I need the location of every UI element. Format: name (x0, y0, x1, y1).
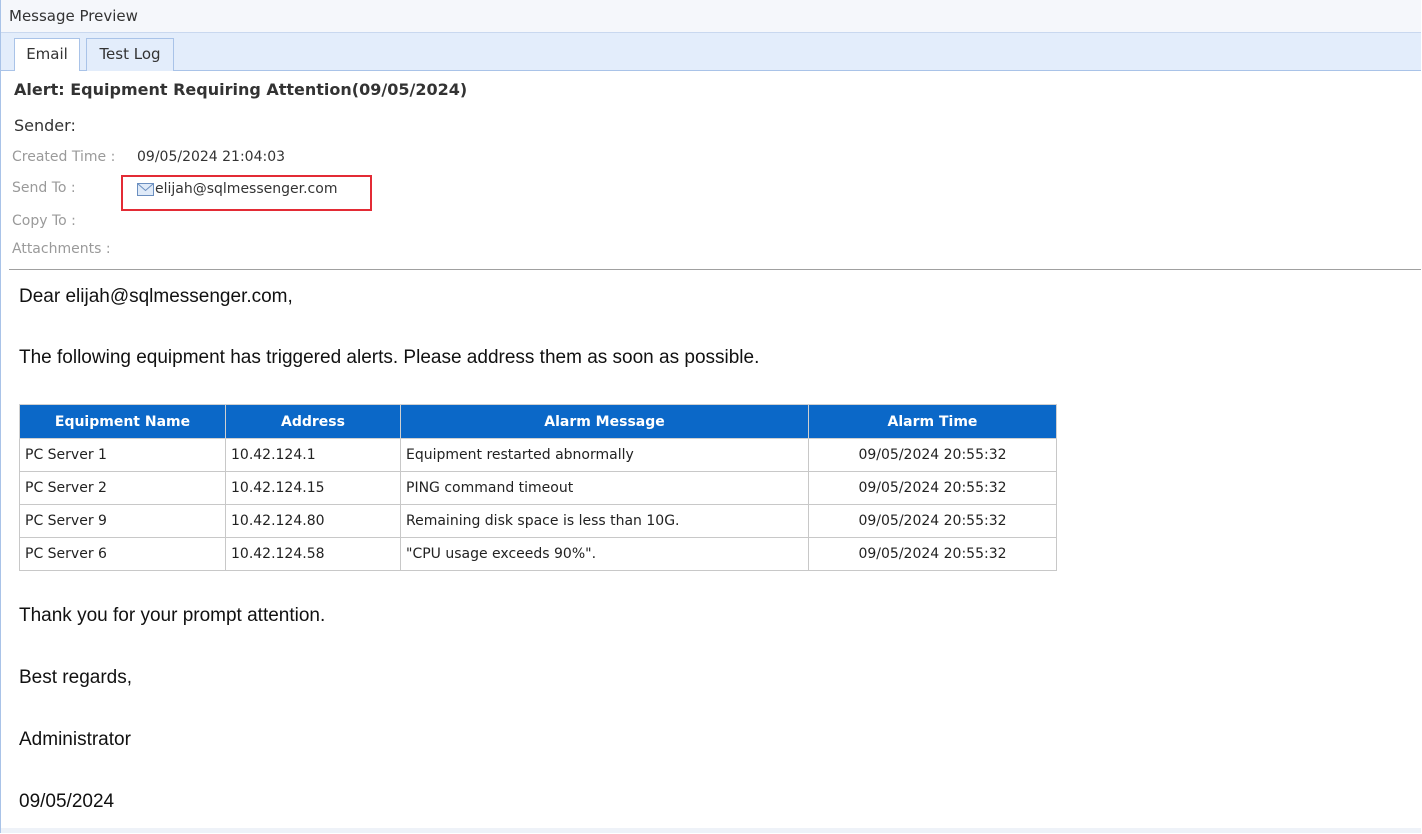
table-cell: 10.42.124.15 (225, 471, 401, 505)
table-row: PC Server 6 10.42.124.58 "CPU usage exce… (19, 537, 1057, 571)
table-cell: 09/05/2024 20:55:32 (808, 471, 1057, 505)
message-header: Alert: Equipment Requiring Attention(09/… (1, 71, 1421, 269)
copy-to-label: Copy To : (12, 213, 76, 229)
table-cell: 10.42.124.58 (225, 537, 401, 571)
table-cell: PC Server 2 (19, 471, 226, 505)
column-header: Alarm Message (400, 404, 809, 439)
column-header: Alarm Time (808, 404, 1057, 439)
tab-strip: Email Test Log (1, 33, 1421, 72)
table-cell: 09/05/2024 20:55:32 (808, 504, 1057, 538)
alarm-table: Equipment Name Address Alarm Message Ala… (19, 404, 1057, 571)
table-row: PC Server 2 10.42.124.15 PING command ti… (19, 471, 1057, 505)
table-cell: 09/05/2024 20:55:32 (808, 537, 1057, 571)
table-cell: PC Server 6 (19, 537, 226, 571)
send-to-address: elijah@sqlmessenger.com (155, 181, 338, 197)
tab-test-log[interactable]: Test Log (86, 38, 174, 71)
table-row: PC Server 1 10.42.124.1 Equipment restar… (19, 438, 1057, 472)
title-bar: Message Preview (1, 0, 1421, 33)
column-header: Address (225, 404, 401, 439)
table-row: PC Server 9 10.42.124.80 Remaining disk … (19, 504, 1057, 538)
attachments-label: Attachments : (12, 241, 111, 257)
message-subject: Alert: Equipment Requiring Attention(09/… (14, 80, 468, 99)
created-time-value: 09/05/2024 21:04:03 (137, 149, 286, 165)
created-time-label: Created Time : (12, 149, 116, 165)
table-cell: PC Server 1 (19, 438, 226, 472)
table-cell: "CPU usage exceeds 90%". (400, 537, 809, 571)
message-body: Dear elijah@sqlmessenger.com, The follow… (1, 270, 1421, 830)
message-preview-window: Message Preview Email Test Log Alert: Eq… (0, 0, 1421, 833)
envelope-icon (137, 182, 154, 196)
table-cell: 09/05/2024 20:55:32 (808, 438, 1057, 472)
window-title: Message Preview (9, 7, 138, 25)
closing-line: Best regards, (19, 667, 132, 688)
table-cell: Equipment restarted abnormally (400, 438, 809, 472)
sender-label: Sender: (14, 116, 76, 135)
table-cell: Remaining disk space is less than 10G. (400, 504, 809, 538)
table-header-row: Equipment Name Address Alarm Message Ala… (19, 404, 1057, 439)
recipient-chip[interactable]: elijah@sqlmessenger.com (137, 181, 337, 197)
greeting: Dear elijah@sqlmessenger.com, (19, 286, 293, 307)
send-to-label: Send To : (12, 180, 76, 196)
signature-date: 09/05/2024 (19, 791, 115, 812)
table-cell: PC Server 9 (19, 504, 226, 538)
bottom-strip (1, 828, 1421, 833)
table-cell: PING command timeout (400, 471, 809, 505)
signature: Administrator (19, 729, 131, 750)
thanks-paragraph: Thank you for your prompt attention. (19, 605, 326, 626)
intro-paragraph: The following equipment has triggered al… (19, 347, 760, 368)
column-header: Equipment Name (19, 404, 226, 439)
table-cell: 10.42.124.80 (225, 504, 401, 538)
table-cell: 10.42.124.1 (225, 438, 401, 472)
tab-email[interactable]: Email (14, 38, 80, 72)
